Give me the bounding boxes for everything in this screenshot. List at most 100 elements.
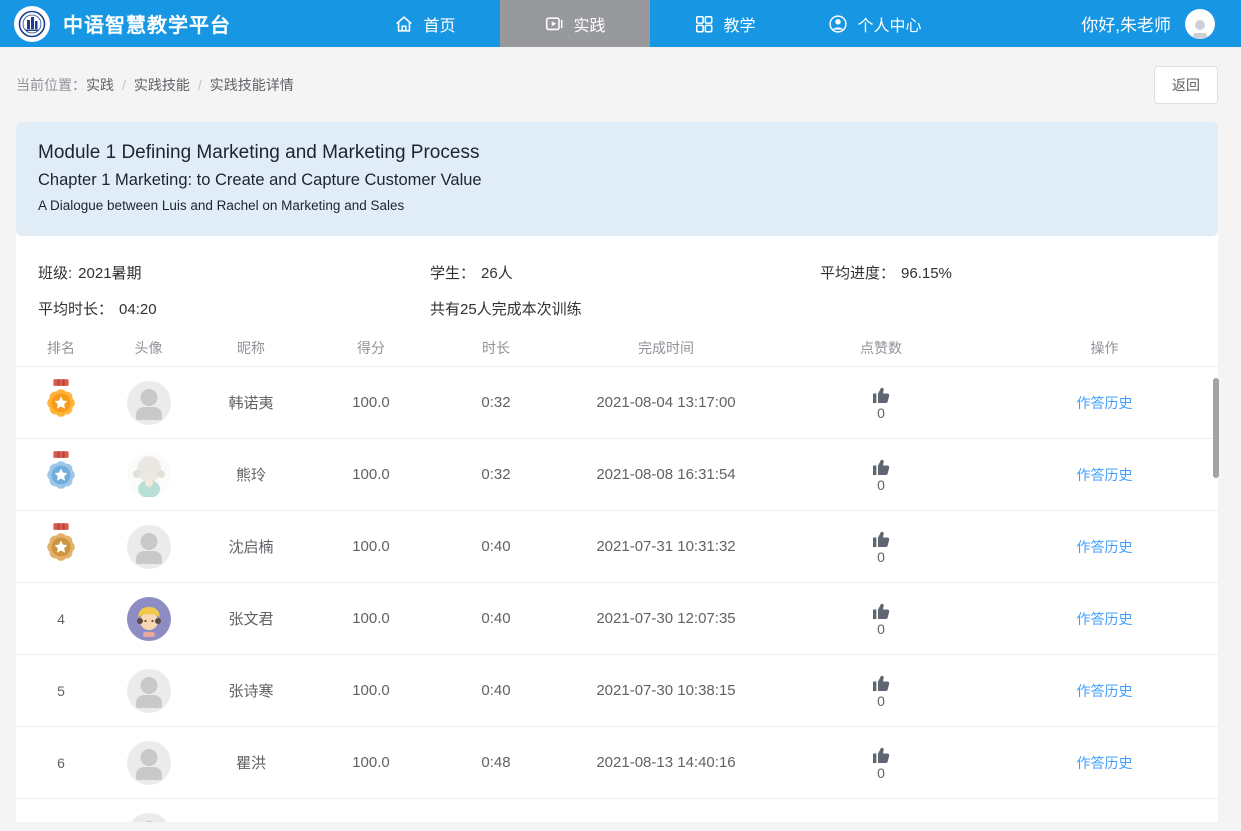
breadcrumb-item-practice[interactable]: 实践 xyxy=(86,75,114,95)
answer-history-link[interactable]: 作答历史 xyxy=(1077,681,1133,701)
home-icon xyxy=(394,14,414,34)
course-header: Module 1 Defining Marketing and Marketin… xyxy=(16,122,1218,236)
avatar xyxy=(127,381,171,425)
back-button[interactable]: 返回 xyxy=(1154,66,1218,104)
like-count: 0 xyxy=(877,477,885,493)
col-header-likes: 点赞数 xyxy=(771,338,991,358)
nav-item-profile[interactable]: 个人中心 xyxy=(800,0,950,47)
thumbs-up-icon[interactable] xyxy=(871,528,891,548)
like-count: 0 xyxy=(877,765,885,781)
duration: 0:40 xyxy=(431,682,561,699)
avatar xyxy=(127,597,171,641)
table-header-row: 排名 头像 昵称 得分 时长 完成时间 点赞数 操作 xyxy=(16,330,1218,366)
breadcrumb-separator: / xyxy=(122,77,126,93)
table-row: 沈启楠 100.0 0:40 2021-07-31 10:31:32 0 作答历… xyxy=(16,510,1218,582)
activity-title: A Dialogue between Luis and Rachel on Ma… xyxy=(38,194,1196,218)
like-cell: 0 xyxy=(771,384,991,421)
breadcrumb-bar: 当前位置： 实践 / 实践技能 / 实践技能详情 返回 xyxy=(0,47,1241,122)
avatar xyxy=(127,453,171,497)
stat-progress: 平均进度： 96.15% xyxy=(820,262,1218,286)
university-seal-icon xyxy=(18,10,46,38)
avatar xyxy=(127,525,171,569)
thumbs-up-icon[interactable] xyxy=(871,600,891,620)
nav-item-home[interactable]: 首页 xyxy=(350,0,500,47)
answer-history-link[interactable]: 作答历史 xyxy=(1077,465,1133,485)
silver-medal-icon xyxy=(42,451,80,499)
user-avatar[interactable] xyxy=(1185,9,1215,39)
rank-cell xyxy=(16,379,106,427)
class-stats: 班级:2021暑期 学生：26人 平均进度：96.15% 平均时长：04:20 … xyxy=(16,236,1218,322)
score: 100.0 xyxy=(311,754,431,771)
practice-video-icon xyxy=(544,14,564,34)
table-row: 熊玲 100.0 0:32 2021-08-08 16:31:54 0 作答历史 xyxy=(16,438,1218,510)
table-row: 4 张文君 100.0 0:40 2021-07-30 12:07:35 0 作… xyxy=(16,582,1218,654)
stat-progress-label: 平均进度： xyxy=(820,265,895,282)
like-count: 0 xyxy=(877,693,885,709)
nickname: 瞿洪 xyxy=(191,752,311,773)
finish-time: 2021-08-08 16:31:54 xyxy=(561,466,771,483)
rank-cell: 6 xyxy=(16,755,106,771)
thumbs-up-icon[interactable] xyxy=(871,456,891,476)
nav-item-practice[interactable]: 实践 xyxy=(500,0,650,47)
main-nav-menu: 首页 实践 教学 个人中心 xyxy=(350,0,950,47)
content-card: Module 1 Defining Marketing and Marketin… xyxy=(16,122,1218,822)
stat-duration-label: 平均时长： xyxy=(38,301,113,318)
like-count: 0 xyxy=(877,549,885,565)
finish-time: 2021-08-13 14:40:16 xyxy=(561,754,771,771)
nav-item-label: 个人中心 xyxy=(857,12,921,36)
like-cell: 0 xyxy=(771,600,991,637)
col-header-score: 得分 xyxy=(311,338,431,358)
avatar xyxy=(127,669,171,713)
col-header-finish-time: 完成时间 xyxy=(561,338,771,358)
stat-progress-value: 96.15% xyxy=(901,265,952,282)
thumbs-up-icon[interactable] xyxy=(871,672,891,692)
nav-item-teaching[interactable]: 教学 xyxy=(650,0,800,47)
table-row: 韩诺夷 100.0 0:32 2021-08-04 13:17:00 0 作答历… xyxy=(16,366,1218,438)
like-cell: 0 xyxy=(771,528,991,565)
stat-class: 班级:2021暑期 xyxy=(38,262,430,286)
default-user-icon xyxy=(1188,17,1212,39)
col-header-rank: 排名 xyxy=(16,338,106,358)
col-header-actions: 操作 xyxy=(991,338,1218,358)
like-cell: 0 xyxy=(771,672,991,709)
finish-time: 2021-08-04 13:17:00 xyxy=(561,394,771,411)
answer-history-link[interactable]: 作答历史 xyxy=(1077,753,1133,773)
table-row: 6 瞿洪 100.0 0:48 2021-08-13 14:40:16 0 作答… xyxy=(16,726,1218,798)
table-row-partial xyxy=(16,798,1218,822)
duration: 0:40 xyxy=(431,538,561,555)
answer-history-link[interactable]: 作答历史 xyxy=(1077,537,1133,557)
stat-duration-value: 04:20 xyxy=(119,301,157,318)
rank-cell xyxy=(16,451,106,499)
module-title: Module 1 Defining Marketing and Marketin… xyxy=(38,138,1196,167)
stat-students-value: 26人 xyxy=(481,265,513,282)
avatar xyxy=(127,813,171,823)
duration: 0:48 xyxy=(431,754,561,771)
nickname: 熊玲 xyxy=(191,464,311,485)
stat-completed: 共有25人完成本次训练 xyxy=(430,298,820,322)
col-header-duration: 时长 xyxy=(431,338,561,358)
nickname: 张文君 xyxy=(191,608,311,629)
stat-duration: 平均时长： 04:20 xyxy=(38,298,430,322)
thumbs-up-icon[interactable] xyxy=(871,384,891,404)
nickname: 韩诺夷 xyxy=(191,392,311,413)
like-count: 0 xyxy=(877,405,885,421)
thumbs-up-icon[interactable] xyxy=(871,744,891,764)
answer-history-link[interactable]: 作答历史 xyxy=(1077,609,1133,629)
score: 100.0 xyxy=(311,682,431,699)
chapter-title: Chapter 1 Marketing: to Create and Captu… xyxy=(38,167,1196,194)
breadcrumb-prefix: 当前位置： xyxy=(16,75,86,95)
finish-time: 2021-07-30 12:07:35 xyxy=(561,610,771,627)
brand: 中语智慧教学平台 xyxy=(0,6,350,42)
avatar xyxy=(127,741,171,785)
top-nav-bar: 中语智慧教学平台 首页 实践 教学 xyxy=(0,0,1241,47)
app-title: 中语智慧教学平台 xyxy=(63,9,231,38)
answer-history-link[interactable]: 作答历史 xyxy=(1077,393,1133,413)
score: 100.0 xyxy=(311,610,431,627)
vertical-scrollbar[interactable] xyxy=(1213,378,1219,478)
breadcrumb-item-skill[interactable]: 实践技能 xyxy=(134,75,190,95)
score: 100.0 xyxy=(311,394,431,411)
nav-item-label: 实践 xyxy=(573,12,605,36)
stat-class-label: 班级: xyxy=(38,265,72,282)
nickname: 张诗寒 xyxy=(191,680,311,701)
nav-user-area: 你好,朱老师 xyxy=(1081,9,1241,39)
